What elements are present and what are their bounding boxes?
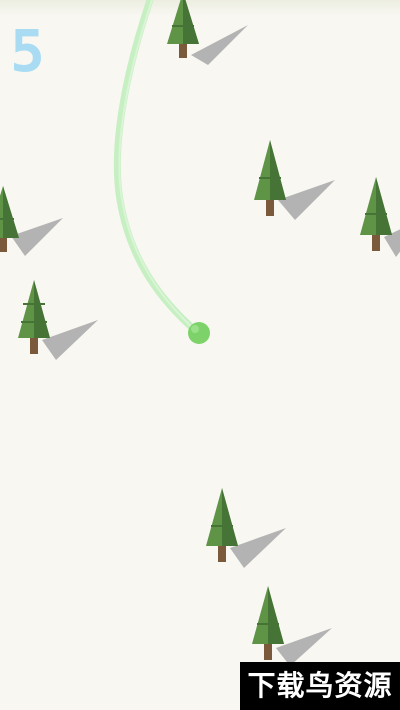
tree-trunk <box>264 644 272 660</box>
tree-canopy-side <box>3 186 19 238</box>
tree-canopy-side <box>34 280 50 338</box>
tree-canopy-side <box>268 586 284 644</box>
ski-slope <box>0 0 400 666</box>
tree-shadow <box>42 320 98 360</box>
tree-shadow <box>230 528 286 568</box>
tree-shadow <box>276 628 332 666</box>
tree-shadow <box>278 180 335 220</box>
pine-tree <box>0 186 63 256</box>
score-counter: 5 <box>10 17 45 85</box>
tree-trunk <box>372 235 380 251</box>
pine-tree <box>254 140 335 220</box>
pine-tree <box>18 280 98 360</box>
pine-tree <box>206 488 286 568</box>
skier-ball-shine <box>191 325 199 333</box>
tree-trunk <box>0 238 7 252</box>
pine-tree <box>252 586 332 666</box>
pine-tree <box>167 0 248 65</box>
skier-ball <box>188 322 210 344</box>
watermark-banner: 下载鸟资源 <box>240 662 400 710</box>
tree-shadow <box>11 218 63 256</box>
tree-trunk <box>30 338 38 354</box>
tree-trunk <box>218 546 226 562</box>
tree-canopy-side <box>183 0 199 44</box>
tree-trunk <box>266 200 274 216</box>
pine-tree <box>360 177 400 257</box>
tree-canopy-side <box>222 488 238 546</box>
game-stage[interactable]: 5 下载鸟资源 <box>0 0 400 710</box>
tree-canopy-side <box>270 140 286 200</box>
tree-canopy-side <box>376 177 392 235</box>
tree-shadow <box>191 25 248 65</box>
tree-trunk <box>179 44 187 58</box>
